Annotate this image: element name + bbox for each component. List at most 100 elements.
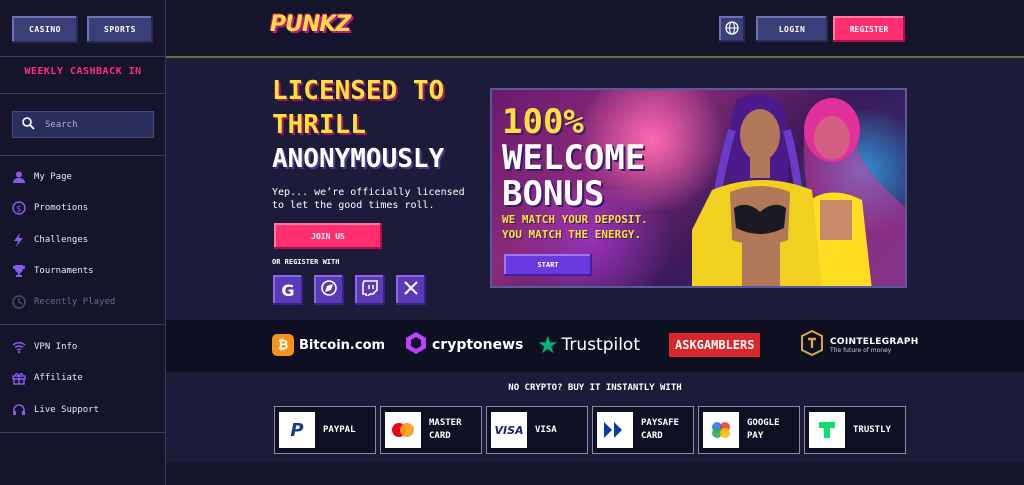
partner-askgamblers[interactable]: ASKGAMBLERS bbox=[669, 333, 761, 357]
payment-label: MASTER CARD bbox=[429, 417, 462, 443]
nav-item-my-page[interactable]: My Page bbox=[12, 170, 72, 184]
payment-visa[interactable]: VISA VISA bbox=[486, 406, 588, 454]
nav-item-live-support[interactable]: Live Support bbox=[12, 403, 99, 417]
partner-cointelegraph[interactable]: COINTELEGRAPH The future of money bbox=[800, 329, 919, 360]
bonus-headline-line: 100% bbox=[502, 102, 584, 142]
footer-strip bbox=[166, 462, 1024, 485]
payment-label-line: CARD bbox=[429, 431, 451, 441]
mastercard-icon bbox=[385, 412, 421, 448]
hero-title-line: LICENSED TO bbox=[272, 76, 445, 106]
user-icon bbox=[12, 170, 26, 184]
or-register-with-label: OR REGISTER WITH bbox=[272, 258, 340, 266]
payment-methods-title: NO CRYPTO? BUY IT INSTANTLY WITH bbox=[508, 383, 682, 393]
divider bbox=[0, 324, 166, 325]
payment-mastercard[interactable]: MASTER CARD bbox=[380, 406, 482, 454]
payment-trustly[interactable]: TRUSTLY bbox=[804, 406, 906, 454]
nav-label: Affiliate bbox=[34, 373, 83, 383]
bonus-headline-line: BONUS bbox=[502, 174, 605, 214]
payment-google-pay[interactable]: GOOGLE PAY bbox=[698, 406, 800, 454]
divider bbox=[0, 93, 166, 94]
paysafecard-icon bbox=[597, 412, 633, 448]
bonus-headline: 100% WELCOME BONUS bbox=[502, 104, 645, 212]
login-button[interactable]: LOGIN bbox=[756, 16, 828, 42]
google-login-button[interactable]: G bbox=[273, 275, 303, 305]
lightning-icon bbox=[12, 233, 26, 247]
payment-label-line: GOOGLE bbox=[747, 418, 780, 428]
payment-label: GOOGLE PAY bbox=[747, 417, 780, 443]
nav-item-tournaments[interactable]: Tournaments bbox=[12, 264, 94, 278]
search-icon bbox=[21, 115, 35, 134]
start-button[interactable]: START bbox=[504, 254, 592, 276]
google-icon: G bbox=[281, 280, 295, 300]
join-us-button[interactable]: JOIN US bbox=[274, 223, 382, 249]
star-icon: ★ bbox=[537, 331, 559, 359]
nav-label: Recently Played bbox=[34, 297, 116, 307]
headset-icon bbox=[12, 403, 26, 417]
hero-title-line: ANONYMOUSLY bbox=[272, 144, 445, 174]
banner-characters-image bbox=[692, 93, 905, 286]
nav-label: Live Support bbox=[34, 405, 100, 415]
divider bbox=[0, 432, 166, 433]
register-button[interactable]: REGISTER bbox=[833, 16, 905, 42]
sports-button[interactable]: SPORTS bbox=[87, 16, 153, 43]
top-header: PUNKZ LOGIN REGISTER bbox=[166, 0, 1024, 58]
weekly-cashback-text[interactable]: WEEKLY CASHBACK IN bbox=[0, 66, 166, 77]
payment-label: VISA bbox=[535, 424, 557, 435]
twitch-icon bbox=[362, 280, 378, 300]
google-pay-icon bbox=[703, 412, 739, 448]
nav-label: Challenges bbox=[34, 235, 89, 245]
cointelegraph-icon bbox=[800, 329, 824, 360]
globe-icon bbox=[725, 20, 739, 39]
x-icon bbox=[403, 280, 419, 300]
payment-paysafecard[interactable]: PAYSAFE CARD bbox=[592, 406, 694, 454]
nav-label: Promotions bbox=[34, 203, 89, 213]
partners-strip: ₿ Bitcoin.com cryptonews ★ Trustpilot AS… bbox=[166, 320, 1024, 372]
nav-item-promotions[interactable]: $ Promotions bbox=[12, 201, 88, 215]
language-button[interactable] bbox=[719, 16, 745, 42]
punkz-logo[interactable]: PUNKZ bbox=[270, 12, 351, 37]
welcome-bonus-banner[interactable]: 100% WELCOME BONUS WE MATCH YOUR DEPOSIT… bbox=[490, 88, 907, 288]
hero-title: LICENSED TO THRILL ANONYMOUSLY bbox=[272, 74, 444, 176]
nav-item-challenges[interactable]: Challenges bbox=[12, 233, 88, 247]
payment-label: TRUSTLY bbox=[853, 424, 891, 435]
nav-item-recently-played[interactable]: Recently Played bbox=[12, 295, 115, 309]
payment-label-line: MASTER bbox=[429, 418, 462, 428]
partner-trustpilot[interactable]: ★ Trustpilot bbox=[537, 331, 640, 359]
svg-text:$: $ bbox=[16, 205, 22, 215]
partner-name: Trustpilot bbox=[561, 335, 640, 355]
gift-icon bbox=[12, 371, 26, 385]
search-box[interactable] bbox=[12, 111, 154, 138]
trustly-icon bbox=[809, 412, 845, 448]
twitch-login-button[interactable] bbox=[355, 275, 385, 305]
hero-title-line: THRILL bbox=[272, 110, 366, 140]
payment-label-line: PAY bbox=[747, 431, 764, 441]
partner-cryptonews[interactable]: cryptonews bbox=[404, 332, 523, 358]
opera-login-button[interactable] bbox=[314, 275, 344, 305]
cointelegraph-text: COINTELEGRAPH The future of money bbox=[830, 337, 919, 354]
nav-label: My Page bbox=[34, 172, 72, 182]
bitcoin-icon: ₿ bbox=[272, 334, 294, 356]
partner-name: ASKGAMBLERS bbox=[675, 338, 755, 352]
bonus-headline-line: WELCOME bbox=[502, 138, 646, 178]
nav-item-vpn-info[interactable]: VPN Info bbox=[12, 340, 77, 354]
dollar-icon: $ bbox=[12, 201, 26, 215]
partner-bitcoin-com[interactable]: ₿ Bitcoin.com bbox=[272, 332, 385, 358]
clock-icon bbox=[12, 295, 26, 309]
payment-paypal[interactable]: P PAYPAL bbox=[274, 406, 376, 454]
visa-icon: VISA bbox=[491, 412, 527, 448]
bonus-subtitle-line: YOU MATCH THE ENERGY. bbox=[502, 228, 642, 241]
hero-subtitle: Yep... we’re officially licensed to let … bbox=[272, 187, 465, 211]
wifi-icon bbox=[12, 340, 26, 354]
casino-button[interactable]: CASINO bbox=[12, 16, 78, 43]
divider bbox=[0, 56, 166, 57]
compass-icon bbox=[320, 279, 338, 301]
search-input[interactable] bbox=[45, 119, 145, 130]
partner-name: COINTELEGRAPH bbox=[830, 336, 919, 347]
partner-tagline: The future of money bbox=[830, 346, 892, 354]
app-root: CASINO SPORTS WEEKLY CASHBACK IN My Page… bbox=[0, 0, 1024, 485]
x-login-button[interactable] bbox=[396, 275, 426, 305]
paypal-icon: P bbox=[279, 412, 315, 448]
trophy-icon bbox=[12, 264, 26, 278]
nav-item-affiliate[interactable]: Affiliate bbox=[12, 371, 83, 385]
divider bbox=[0, 155, 166, 156]
